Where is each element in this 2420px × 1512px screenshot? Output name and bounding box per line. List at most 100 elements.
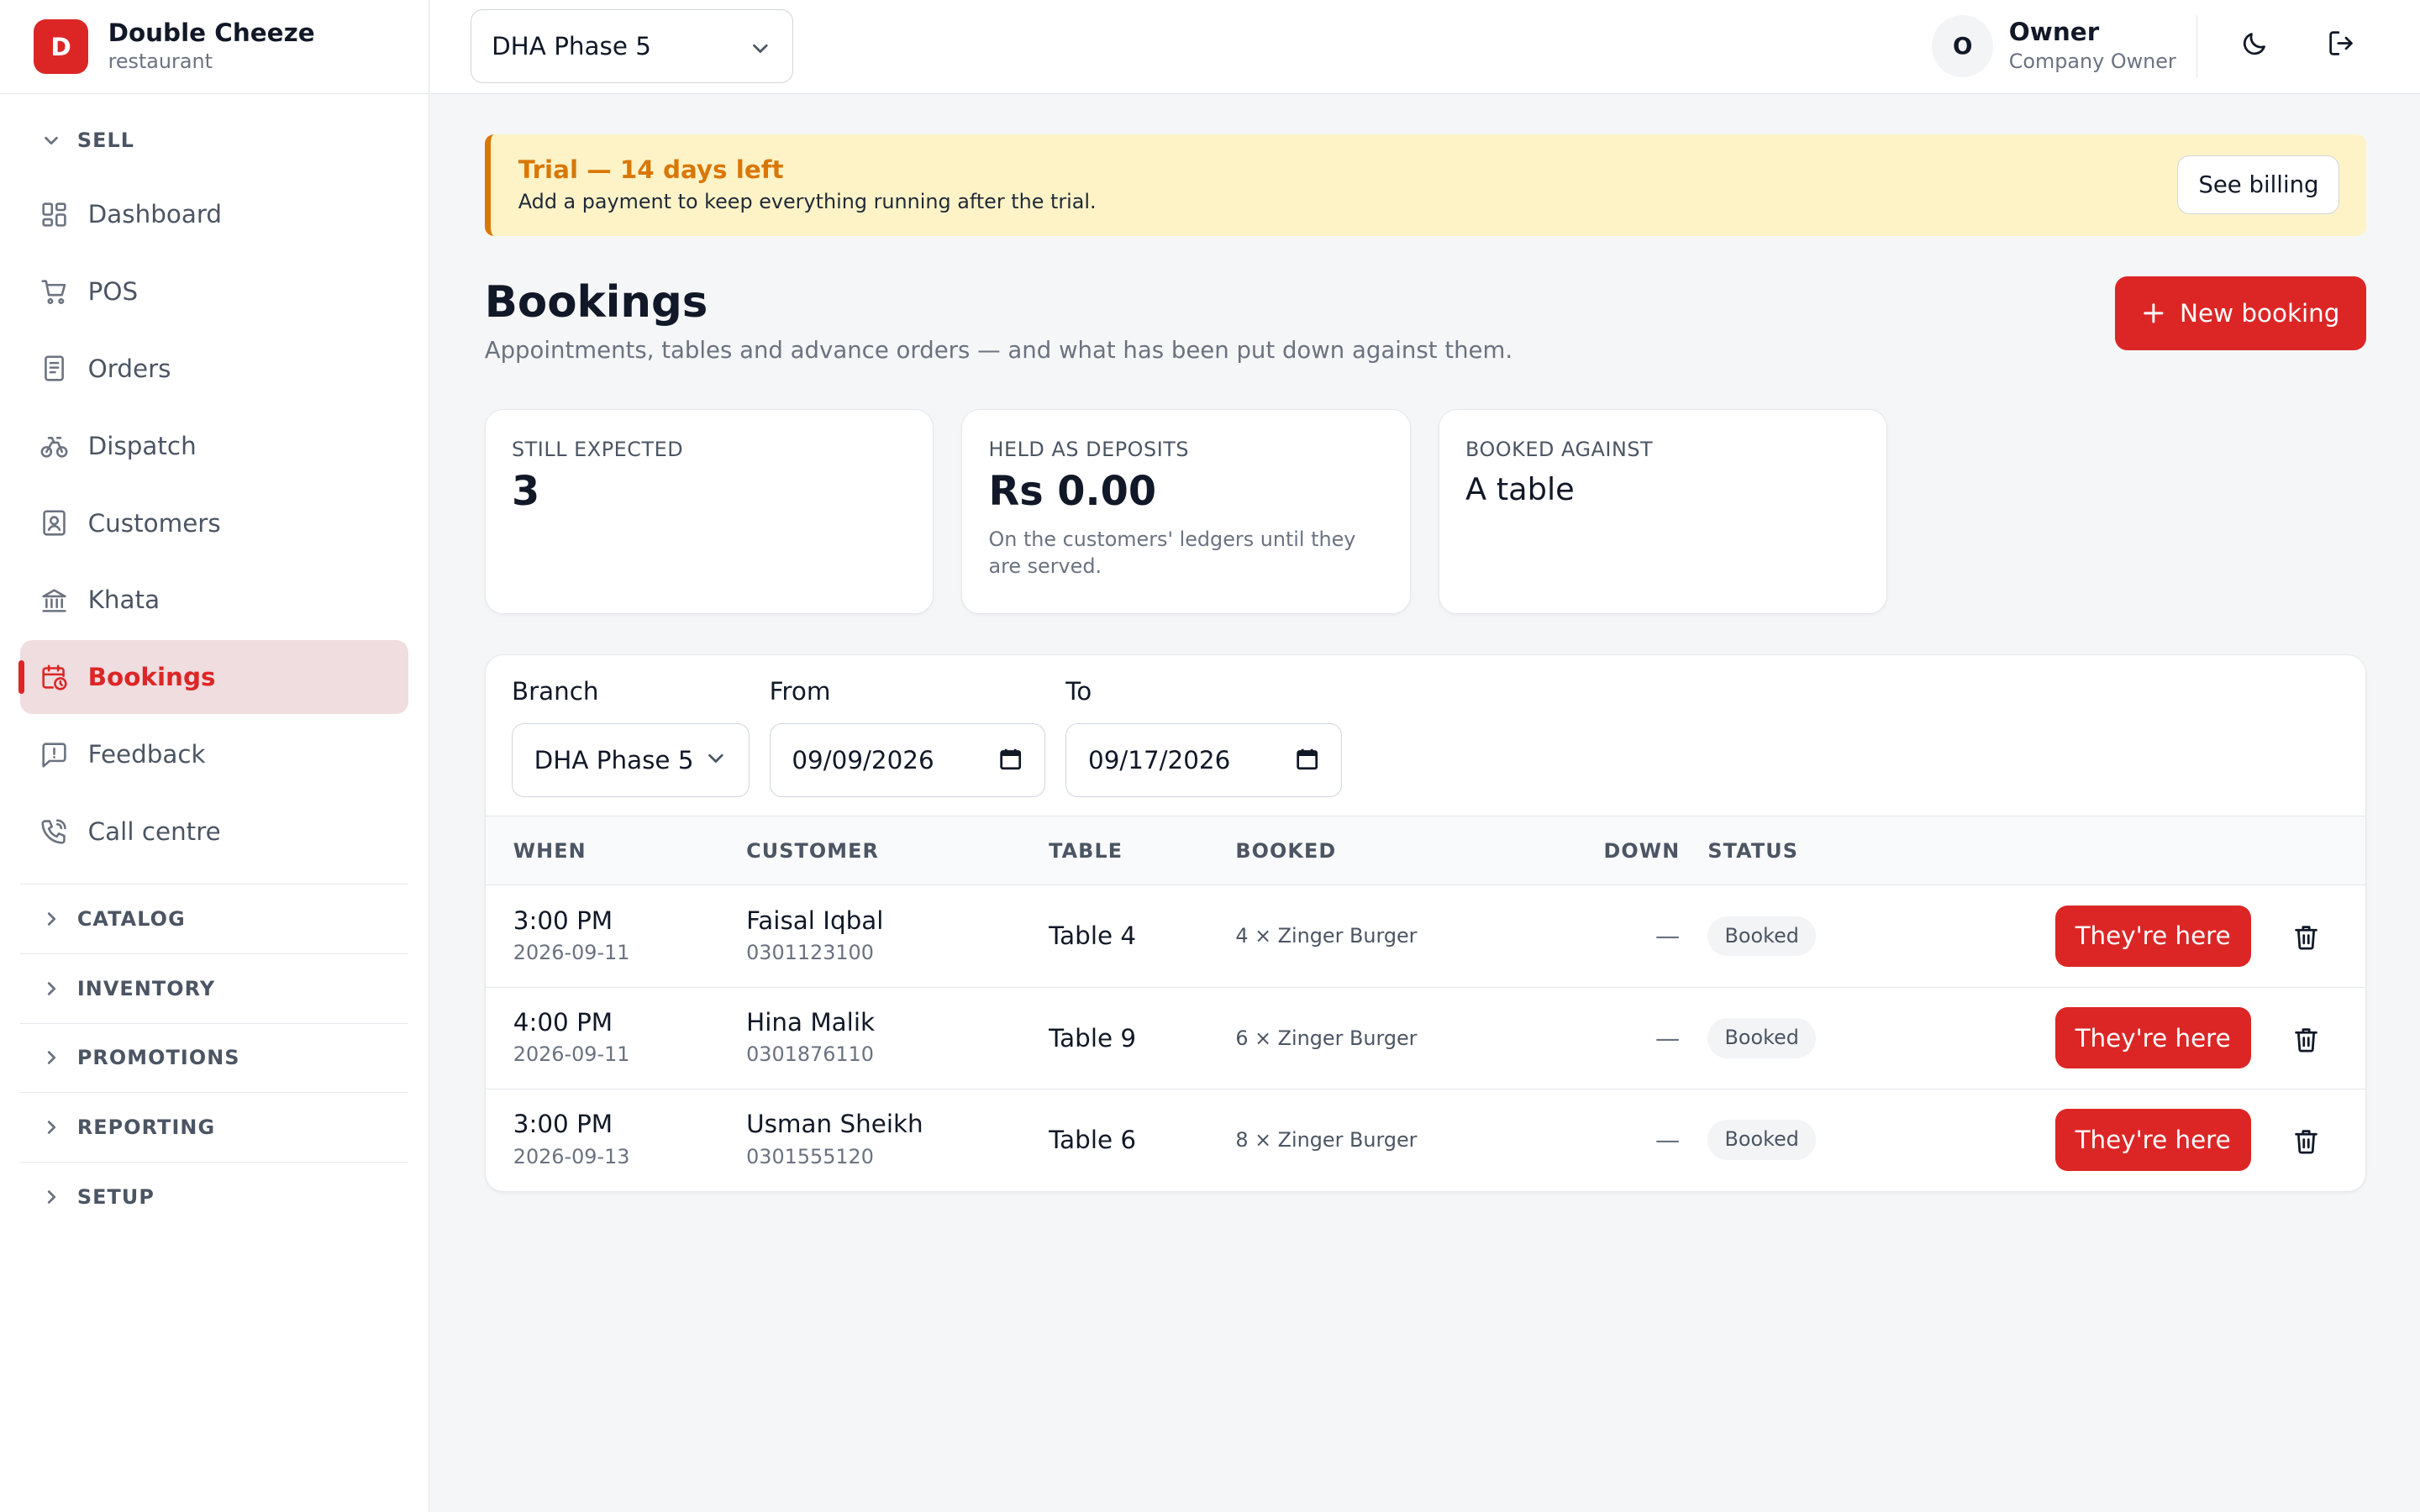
trial-banner: Trial — 14 days left Add a payment to ke… bbox=[484, 134, 2366, 236]
customer-phone: 0301555120 bbox=[746, 1144, 874, 1168]
section-catalog-toggle[interactable]: CATALOG bbox=[19, 884, 408, 953]
stat-card-deposits: HELD AS DEPOSITS Rs 0.00 On the customer… bbox=[961, 408, 1411, 614]
topbar: DHA Phase 5 O Owner Company Owner bbox=[430, 0, 2420, 95]
logout-icon bbox=[2328, 29, 2355, 63]
section-promotions-toggle[interactable]: PROMOTIONS bbox=[19, 1022, 408, 1093]
table-name: Table 4 bbox=[1049, 921, 1137, 951]
branch-filter-value: DHA Phase 5 bbox=[534, 745, 694, 774]
trash-icon[interactable] bbox=[2288, 1021, 2325, 1058]
booking-time: 4:00 PM bbox=[513, 1007, 613, 1037]
chevron-right-icon bbox=[42, 979, 60, 998]
trash-icon[interactable] bbox=[2288, 1123, 2325, 1160]
sidebar-item-feedback[interactable]: Feedback bbox=[20, 717, 408, 791]
stat-note: On the customers' ledgers until they are… bbox=[988, 528, 1356, 578]
customer-name: Usman Sheikh bbox=[746, 1110, 923, 1139]
sidebar-item-pos[interactable]: POS bbox=[20, 255, 408, 328]
column-header[interactable]: CUSTOMER bbox=[746, 816, 1049, 885]
new-booking-button[interactable]: New booking bbox=[2114, 276, 2366, 350]
theme-toggle-button[interactable] bbox=[2230, 22, 2280, 71]
user-menu[interactable]: O Owner Company Owner bbox=[1931, 15, 2176, 77]
stat-label: STILL EXPECTED bbox=[511, 437, 684, 461]
sidebar-item-khata[interactable]: Khata bbox=[20, 563, 408, 637]
branch-filter-select[interactable]: DHA Phase 5 bbox=[511, 722, 750, 797]
section-reporting-toggle[interactable]: REPORTING bbox=[19, 1092, 408, 1162]
sidebar-item-label: POS bbox=[87, 277, 139, 307]
customer-name: Hina Malik bbox=[746, 1007, 875, 1037]
brand-name: Double Cheeze bbox=[108, 18, 315, 47]
column-header[interactable]: DOWN bbox=[1539, 816, 1707, 885]
chevron-right-icon bbox=[42, 1048, 60, 1067]
section-setup-toggle[interactable]: SETUP bbox=[19, 1161, 408, 1231]
stats-row: STILL EXPECTED 3 HELD AS DEPOSITS Rs 0.0… bbox=[484, 408, 2366, 614]
to-date-input[interactable]: 09/17/2026 bbox=[1065, 722, 1343, 797]
sidebar-item-label: Orders bbox=[87, 354, 171, 383]
filter-label: Branch bbox=[511, 677, 599, 706]
sidebar-item-bookings[interactable]: Bookings bbox=[18, 640, 408, 715]
sidebar-item-label: Dashboard bbox=[87, 200, 223, 229]
stat-label: BOOKED AGAINST bbox=[1465, 437, 1654, 461]
branch-select[interactable]: DHA Phase 5 bbox=[471, 9, 794, 84]
brand-subtitle: restaurant bbox=[108, 50, 213, 74]
table-row: 4:00 PM 2026-09-11 Hina Malik 0301876110… bbox=[485, 987, 2365, 1089]
theyre-here-button[interactable]: They're here bbox=[2054, 905, 2251, 968]
customer-name: Faisal Iqbal bbox=[746, 906, 884, 935]
calendar-icon[interactable] bbox=[1295, 747, 1319, 777]
user-name: Owner bbox=[2008, 18, 2100, 47]
section-inventory-label: INVENTORY bbox=[76, 976, 216, 1000]
app-root: D Double Cheeze restaurant SELL Dashboar… bbox=[0, 0, 2420, 1512]
from-date-input[interactable]: 09/09/2026 bbox=[769, 722, 1046, 797]
sidebar-item-label: Bookings bbox=[87, 663, 216, 692]
from-filter: From 09/09/2026 bbox=[769, 676, 1046, 797]
sidebar-item-call-centre[interactable]: Call centre bbox=[20, 795, 408, 869]
sidebar-item-orders[interactable]: Orders bbox=[20, 332, 408, 406]
sidebar-item-dispatch[interactable]: Dispatch bbox=[20, 409, 408, 483]
phone-icon bbox=[40, 817, 68, 845]
from-date-value: 09/09/2026 bbox=[792, 745, 934, 774]
deposit-down: — bbox=[1655, 1023, 1681, 1053]
see-billing-button[interactable]: See billing bbox=[2177, 155, 2340, 215]
dashboard-icon bbox=[40, 201, 68, 228]
booked-items: 6 × Zinger Burger bbox=[1235, 1026, 1418, 1050]
section-inventory-toggle[interactable]: INVENTORY bbox=[19, 953, 408, 1023]
main-content: Trial — 14 days left Add a payment to ke… bbox=[484, 94, 2366, 1192]
sidebar: D Double Cheeze restaurant SELL Dashboar… bbox=[0, 0, 429, 1512]
column-header[interactable]: BOOKED bbox=[1235, 816, 1539, 885]
contact-icon bbox=[40, 509, 68, 537]
topbar-divider bbox=[2196, 15, 2198, 77]
section-sell-toggle[interactable]: SELL bbox=[20, 107, 408, 175]
section-reporting-label: REPORTING bbox=[76, 1116, 216, 1140]
logout-button[interactable] bbox=[2317, 22, 2366, 71]
plus-icon bbox=[2143, 295, 2165, 331]
bookings-table: WHEN CUSTOMER TABLE BOOKED DOWN STATUS 3… bbox=[485, 816, 2365, 1191]
stat-value: Rs 0.00 bbox=[988, 469, 1157, 516]
column-header[interactable]: TABLE bbox=[1049, 816, 1235, 885]
bank-icon bbox=[40, 586, 68, 614]
sidebar-item-dashboard[interactable]: Dashboard bbox=[20, 177, 408, 251]
page-subtitle: Appointments, tables and advance orders … bbox=[484, 336, 1513, 364]
trash-icon[interactable] bbox=[2288, 919, 2325, 956]
calendar-icon[interactable] bbox=[998, 747, 1023, 777]
receipt-icon bbox=[40, 354, 68, 382]
column-header[interactable]: STATUS bbox=[1707, 816, 1939, 885]
brand[interactable]: D Double Cheeze restaurant bbox=[0, 0, 429, 95]
booking-date: 2026-09-11 bbox=[513, 1042, 630, 1067]
booked-items: 8 × Zinger Burger bbox=[1235, 1128, 1418, 1152]
sidebar-item-label: Call centre bbox=[87, 816, 221, 846]
branch-select-value: DHA Phase 5 bbox=[492, 32, 651, 61]
column-header[interactable]: WHEN bbox=[486, 816, 746, 885]
filter-label: From bbox=[769, 677, 831, 706]
sidebar-item-customers[interactable]: Customers bbox=[20, 486, 408, 560]
trial-title: Trial — 14 days left bbox=[518, 155, 784, 184]
filters: Branch DHA Phase 5 From 09/09/2026 To 09… bbox=[486, 655, 2365, 816]
theyre-here-button[interactable]: They're here bbox=[2054, 1109, 2251, 1171]
user-role: Company Owner bbox=[2008, 49, 2176, 73]
theyre-here-button[interactable]: They're here bbox=[2054, 1006, 2251, 1069]
bookings-card: Branch DHA Phase 5 From 09/09/2026 To 09… bbox=[484, 654, 2366, 1192]
booking-date: 2026-09-13 bbox=[513, 1144, 630, 1168]
status-badge: Booked bbox=[1707, 916, 1817, 957]
deposit-down: — bbox=[1655, 1126, 1681, 1155]
customer-phone: 0301123100 bbox=[746, 941, 874, 965]
brand-logo: D bbox=[34, 19, 88, 74]
section-promotions-label: PROMOTIONS bbox=[76, 1046, 240, 1070]
stat-card-booked-against: BOOKED AGAINST A table bbox=[1438, 408, 1888, 614]
